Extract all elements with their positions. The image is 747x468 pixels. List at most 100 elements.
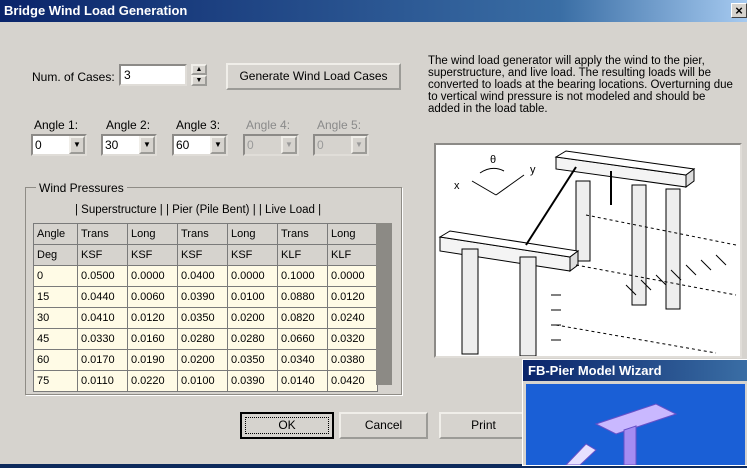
table-scrollbar[interactable] bbox=[376, 223, 392, 385]
pressure-cell[interactable]: 0.0330 bbox=[77, 328, 128, 350]
description-text: The wind load generator will apply the w… bbox=[428, 55, 733, 115]
pressure-cell[interactable]: 0.0000 bbox=[327, 265, 378, 287]
table-row[interactable]: 15 0.0440 0.0060 0.0390 0.0100 0.0880 0.0120 bbox=[33, 286, 378, 308]
column-header: KSF bbox=[127, 244, 178, 266]
wind-pressures-table: Angle Trans Long Trans Long Trans Long D… bbox=[33, 223, 378, 392]
pressure-cell[interactable]: 0.0400 bbox=[177, 265, 228, 287]
pressure-cell[interactable]: 0.0280 bbox=[177, 328, 228, 350]
title-bar[interactable]: Bridge Wind Load Generation × bbox=[0, 0, 747, 22]
wizard-title: FB-Pier Model Wizard bbox=[528, 363, 662, 378]
pressure-cell[interactable]: 0.0350 bbox=[177, 307, 228, 329]
angle-2-select[interactable]: 30 ▼ bbox=[101, 134, 157, 156]
pressure-cell[interactable]: 0.0390 bbox=[227, 370, 278, 392]
pressure-cell[interactable]: 0.0060 bbox=[127, 286, 178, 308]
column-header: KSF bbox=[77, 244, 128, 266]
pressure-cell[interactable]: 0.0280 bbox=[227, 328, 278, 350]
table-row[interactable]: 45 0.0330 0.0160 0.0280 0.0280 0.0660 0.0320 bbox=[33, 328, 378, 350]
chevron-down-icon: ▼ bbox=[281, 136, 297, 154]
model-wizard-window[interactable]: FB-Pier Model Wizard bbox=[522, 359, 747, 466]
pressure-cell[interactable]: 0.0500 bbox=[77, 265, 128, 287]
pressure-cell[interactable]: 0.0000 bbox=[127, 265, 178, 287]
bridge-diagram-svg: x θ y bbox=[438, 150, 737, 356]
pressure-cell[interactable]: 0.0100 bbox=[227, 286, 278, 308]
chevron-down-icon[interactable]: ▼ bbox=[69, 136, 85, 154]
pressure-cell[interactable]: 0.0350 bbox=[227, 349, 278, 371]
pressure-cell[interactable]: 0.0240 bbox=[327, 307, 378, 329]
print-button[interactable]: Print bbox=[439, 412, 528, 439]
column-header: Angle bbox=[33, 223, 78, 245]
angle-cell[interactable]: 30 bbox=[33, 307, 78, 329]
spin-down-button[interactable]: ▼ bbox=[191, 75, 207, 86]
table-row[interactable]: 30 0.0410 0.0120 0.0350 0.0200 0.0820 0.0240 bbox=[33, 307, 378, 329]
pressure-cell[interactable]: 0.0380 bbox=[327, 349, 378, 371]
angle-4-select: 0 ▼ bbox=[243, 134, 299, 156]
pressure-cell[interactable]: 0.0140 bbox=[277, 370, 328, 392]
wizard-title-bar[interactable]: FB-Pier Model Wizard bbox=[523, 360, 747, 381]
diagram-x-label: x bbox=[454, 180, 460, 192]
column-header: Trans bbox=[277, 223, 328, 245]
pressure-cell[interactable]: 0.0820 bbox=[277, 307, 328, 329]
pressure-cell[interactable]: 0.1000 bbox=[277, 265, 328, 287]
wizard-body bbox=[526, 384, 745, 466]
pressure-cell[interactable]: 0.0110 bbox=[77, 370, 128, 392]
num-cases-label: Num. of Cases: bbox=[32, 70, 115, 84]
table-row[interactable]: 0 0.0500 0.0000 0.0400 0.0000 0.1000 0.0000 bbox=[33, 265, 378, 287]
column-header: Long bbox=[327, 223, 378, 245]
chevron-down-icon[interactable]: ▼ bbox=[210, 136, 226, 154]
column-header: Deg bbox=[33, 244, 78, 266]
angle-cell[interactable]: 75 bbox=[33, 370, 78, 392]
cancel-button[interactable]: Cancel bbox=[339, 412, 428, 439]
pressure-cell[interactable]: 0.0120 bbox=[127, 307, 178, 329]
pressure-cell[interactable]: 0.0420 bbox=[327, 370, 378, 392]
column-header: KLF bbox=[327, 244, 378, 266]
angle-1-label: Angle 1: bbox=[34, 118, 79, 132]
section-header: | Superstructure | | Pier (Pile Bent) | … bbox=[75, 204, 322, 216]
bridge-diagram: x θ y bbox=[434, 143, 742, 358]
pressure-cell[interactable]: 0.0410 bbox=[77, 307, 128, 329]
table-row[interactable]: 75 0.0110 0.0220 0.0100 0.0390 0.0140 0.0420 bbox=[33, 370, 378, 392]
pressure-cell[interactable]: 0.0660 bbox=[277, 328, 328, 350]
angle-1-select[interactable]: 0 ▼ bbox=[31, 134, 87, 156]
column-header: Long bbox=[127, 223, 178, 245]
angle-cell[interactable]: 0 bbox=[33, 265, 78, 287]
table-row[interactable]: 60 0.0170 0.0190 0.0200 0.0350 0.0340 0.0380 bbox=[33, 349, 378, 371]
pressure-cell[interactable]: 0.0320 bbox=[327, 328, 378, 350]
angle-3-select[interactable]: 60 ▼ bbox=[172, 134, 228, 156]
dialog-window: Bridge Wind Load Generation × Num. of Ca… bbox=[0, 0, 747, 466]
pressure-cell[interactable]: 0.0000 bbox=[227, 265, 278, 287]
column-header: Trans bbox=[177, 223, 228, 245]
pressure-cell[interactable]: 0.0190 bbox=[127, 349, 178, 371]
close-icon[interactable]: × bbox=[731, 3, 747, 18]
angle-3-label: Angle 3: bbox=[176, 118, 221, 132]
spin-up-button[interactable]: ▲ bbox=[191, 64, 207, 75]
angle-cell[interactable]: 15 bbox=[33, 286, 78, 308]
pressure-cell[interactable]: 0.0160 bbox=[127, 328, 178, 350]
angle-2-label: Angle 2: bbox=[106, 118, 151, 132]
pressure-cell[interactable]: 0.0340 bbox=[277, 349, 328, 371]
table-header-row: Angle Trans Long Trans Long Trans Long bbox=[33, 223, 378, 245]
pressure-cell[interactable]: 0.0100 bbox=[177, 370, 228, 392]
column-header: KLF bbox=[277, 244, 328, 266]
column-header: Long bbox=[227, 223, 278, 245]
generate-wind-load-cases-button[interactable]: Generate Wind Load Cases bbox=[226, 63, 401, 90]
pressure-cell[interactable]: 0.0200 bbox=[227, 307, 278, 329]
pressure-cell[interactable]: 0.0440 bbox=[77, 286, 128, 308]
pressure-cell[interactable]: 0.0880 bbox=[277, 286, 328, 308]
wizard-pier-icon bbox=[564, 403, 678, 466]
window-title: Bridge Wind Load Generation bbox=[4, 3, 188, 18]
pressure-cell[interactable]: 0.0170 bbox=[77, 349, 128, 371]
pressure-cell[interactable]: 0.0120 bbox=[327, 286, 378, 308]
angle-cell[interactable]: 60 bbox=[33, 349, 78, 371]
angle-cell[interactable]: 45 bbox=[33, 328, 78, 350]
angle-5-label: Angle 5: bbox=[317, 118, 362, 132]
diagram-theta-label: θ bbox=[490, 154, 496, 166]
diagram-y-label: y bbox=[530, 164, 536, 176]
ok-button[interactable]: OK bbox=[240, 412, 334, 439]
pressure-cell[interactable]: 0.0200 bbox=[177, 349, 228, 371]
pressure-cell[interactable]: 0.0390 bbox=[177, 286, 228, 308]
num-cases-input[interactable]: 3 bbox=[119, 64, 187, 86]
pressure-cell[interactable]: 0.0220 bbox=[127, 370, 178, 392]
chevron-down-icon[interactable]: ▼ bbox=[139, 136, 155, 154]
angle-4-label: Angle 4: bbox=[246, 118, 291, 132]
angle-5-select: 0 ▼ bbox=[313, 134, 369, 156]
